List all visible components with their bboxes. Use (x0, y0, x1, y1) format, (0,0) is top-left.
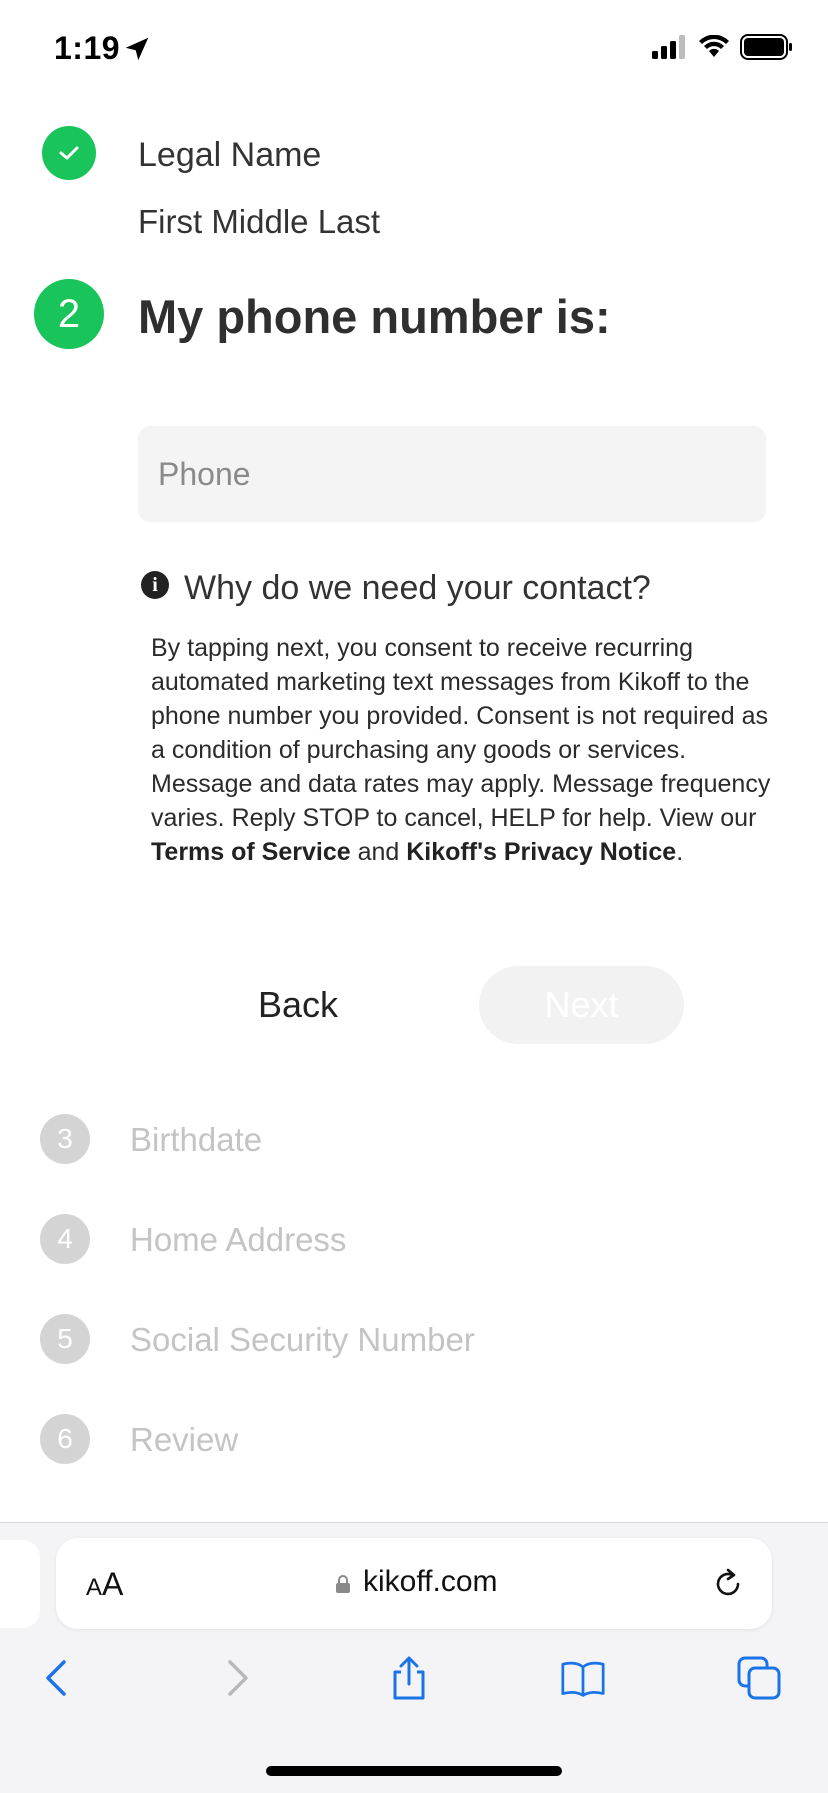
step-phone-title: My phone number is: (138, 290, 611, 343)
step-badge-review: 6 (40, 1414, 90, 1464)
step-badge-birthdate: 3 (40, 1114, 90, 1164)
phone-input[interactable] (138, 426, 766, 522)
step-review: Review (130, 1421, 239, 1458)
step-birthdate: Birthdate (130, 1121, 263, 1158)
back-button[interactable]: Back (218, 966, 378, 1044)
step-complete-check-icon (42, 126, 96, 180)
reader-settings-button[interactable]: AA (86, 1566, 123, 1603)
contact-reason-title: Why do we need your contact? (184, 569, 651, 607)
step-legal-name-title[interactable]: Legal Name (138, 136, 321, 175)
status-time: 1:19 (54, 30, 121, 66)
url-text[interactable]: kikoff.com (363, 1565, 498, 1599)
step-badge-home-address: 4 (40, 1214, 90, 1264)
consent-text: By tapping next, you consent to receive … (151, 631, 771, 869)
home-indicator (266, 1766, 562, 1776)
share-icon[interactable] (387, 1656, 431, 1700)
status-indicators (652, 34, 794, 60)
location-arrow-icon (125, 37, 149, 61)
previous-tab-peek[interactable] (0, 1540, 40, 1628)
wifi-icon (699, 35, 729, 57)
privacy-notice-link[interactable]: Kikoff's Privacy Notice (406, 838, 676, 866)
lock-icon (336, 1575, 350, 1593)
info-icon: i (141, 571, 169, 599)
bookmarks-icon[interactable] (561, 1656, 605, 1700)
consent-end: . (676, 838, 684, 866)
step-home-address: Home Address (130, 1221, 347, 1258)
back-arrow-icon[interactable] (36, 1656, 80, 1700)
step-badge-ssn: 5 (40, 1314, 90, 1364)
terms-of-service-link[interactable]: Terms of Service (151, 838, 351, 866)
consent-and: and (350, 838, 407, 866)
cellular-signal-icon (652, 35, 685, 59)
step-ssn: Social Security Number (130, 1321, 475, 1358)
tabs-icon[interactable] (737, 1656, 781, 1700)
reload-icon[interactable] (710, 1566, 746, 1602)
aa-large: A (102, 1566, 124, 1602)
next-button[interactable]: Next (479, 966, 684, 1044)
consent-body: By tapping next, you consent to receive … (151, 634, 771, 832)
step-legal-name-value: First Middle Last (138, 203, 381, 240)
aa-small: A (86, 1574, 103, 1601)
step-number-badge: 2 (34, 279, 104, 349)
battery-icon (740, 34, 792, 60)
forward-arrow-icon[interactable] (214, 1656, 258, 1700)
